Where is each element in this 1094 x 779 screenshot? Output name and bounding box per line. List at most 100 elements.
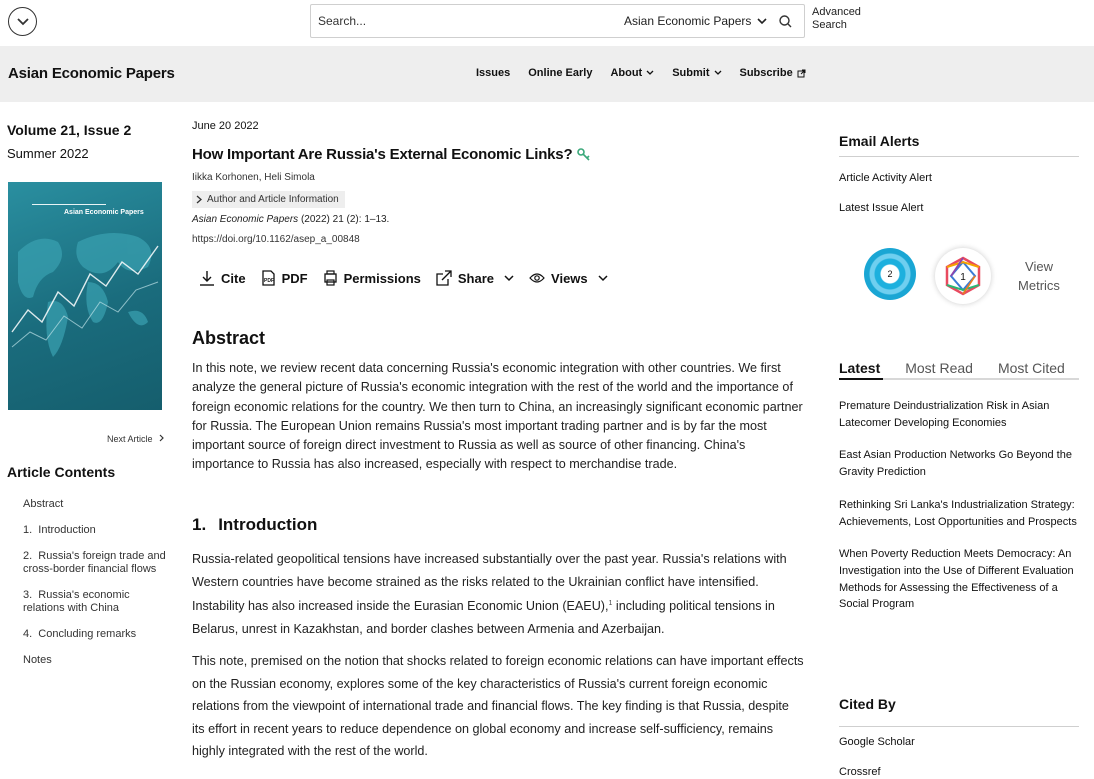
- volume-issue[interactable]: Volume 21, Issue 2: [7, 122, 177, 138]
- tab-underline-active: [839, 378, 883, 380]
- search-box: Asian Economic Papers: [310, 4, 805, 38]
- article-main: June 20 2022 How Important Are Russia's …: [192, 120, 804, 758]
- cite-label: Cite: [221, 270, 246, 286]
- article-toolbar: Cite PDF PDF Permissions Share Views: [199, 270, 623, 286]
- advanced-search-link[interactable]: Advanced Search: [812, 6, 872, 32]
- chevron-right-icon: [196, 195, 202, 204]
- menu-toggle-button[interactable]: [8, 7, 37, 36]
- tab-most-cited[interactable]: Most Cited: [998, 360, 1065, 376]
- citation-journal: Asian Economic Papers: [192, 214, 299, 225]
- tab-latest[interactable]: Latest: [839, 360, 880, 376]
- citation-line: Asian Economic Papers (2022) 21 (2): 1–1…: [192, 214, 389, 225]
- views-label: Views: [551, 270, 588, 286]
- permissions-label: Permissions: [343, 270, 421, 286]
- doi-link[interactable]: https://doi.org/10.1162/asep_a_00848: [192, 234, 360, 245]
- pdf-button[interactable]: PDF PDF: [261, 270, 308, 286]
- toc-item-introduction[interactable]: 1. Introduction: [23, 524, 173, 537]
- left-sidebar: Volume 21, Issue 2 Summer 2022 Asian Eco…: [7, 122, 177, 666]
- author-info-label: Author and Article Information: [207, 194, 339, 205]
- altmetric-score: 2: [887, 269, 893, 279]
- search-input[interactable]: [311, 6, 611, 36]
- issue-season: Summer 2022: [7, 146, 89, 161]
- search-icon[interactable]: [777, 13, 795, 31]
- publication-date: June 20 2022: [192, 120, 259, 132]
- cite-button[interactable]: Cite: [199, 270, 246, 286]
- latest-article-link[interactable]: East Asian Production Networks Go Beyond…: [839, 447, 1079, 480]
- crossref-link[interactable]: Crossref: [839, 766, 881, 778]
- intro-paragraph: Russia-related geopolitical tensions hav…: [192, 548, 804, 641]
- svg-text:PDF: PDF: [264, 278, 274, 284]
- share-label: Share: [457, 270, 495, 286]
- author-link[interactable]: Heli Simola: [264, 172, 315, 183]
- nav-about[interactable]: About: [610, 67, 654, 79]
- nav-online-early[interactable]: Online Early: [528, 67, 592, 79]
- cover-title: Asian Economic Papers: [64, 209, 144, 216]
- dimensions-badge[interactable]: 1: [935, 248, 991, 304]
- latest-article-link[interactable]: Rethinking Sri Lanka's Industrialization…: [839, 497, 1079, 530]
- journal-header: Asian Economic Papers Issues Online Earl…: [0, 46, 1094, 102]
- article-lists-tabs: Latest Most Read Most Cited: [839, 360, 1079, 376]
- top-bar: Asian Economic Papers Advanced Search: [0, 0, 1094, 46]
- email-alerts-heading: Email Alerts: [839, 133, 920, 149]
- journal-title[interactable]: Asian Economic Papers: [8, 65, 175, 82]
- external-link-icon: [797, 69, 806, 77]
- main-nav: Issues Online Early About Submit Subscri…: [476, 67, 824, 79]
- nav-label: Subscribe: [739, 67, 793, 79]
- article-activity-alert-link[interactable]: Article Activity Alert: [839, 172, 932, 184]
- chevron-down-icon: [598, 274, 608, 281]
- share-icon: [436, 270, 452, 286]
- latest-issue-alert-link[interactable]: Latest Issue Alert: [839, 202, 923, 214]
- tab-underline-track: [839, 378, 1079, 380]
- next-article-link[interactable]: Next Article: [107, 434, 165, 444]
- share-button[interactable]: Share: [436, 270, 514, 286]
- toc-item-abstract[interactable]: Abstract: [23, 498, 173, 511]
- pdf-label: PDF: [281, 270, 308, 286]
- nav-label: Online Early: [528, 67, 593, 79]
- cover-rule: [32, 204, 106, 205]
- nav-issues[interactable]: Issues: [476, 67, 510, 79]
- search-scope-select[interactable]: Asian Economic Papers: [624, 14, 767, 28]
- toc-item-notes[interactable]: Notes: [23, 654, 173, 667]
- article-title-text: How Important Are Russia's External Econ…: [192, 146, 573, 163]
- search-scope-label: Asian Economic Papers: [624, 14, 752, 28]
- section-number: 1.: [192, 515, 207, 534]
- citation-details: (2022) 21 (2): 1–13.: [298, 214, 390, 225]
- altmetric-badge[interactable]: 2: [864, 248, 916, 300]
- chevron-right-icon: [159, 434, 164, 442]
- issue-cover-image[interactable]: Asian Economic Papers: [8, 182, 162, 410]
- dimensions-score: 1: [960, 272, 966, 283]
- chevron-down-icon: [504, 274, 514, 281]
- next-article-label: Next Article: [107, 434, 153, 444]
- latest-article-link[interactable]: When Poverty Reduction Meets Democracy: …: [839, 546, 1079, 613]
- view-metrics-link[interactable]: View Metrics: [1015, 257, 1063, 295]
- toc-item-foreign-trade[interactable]: 2. Russia's foreign trade and cross-bord…: [23, 550, 173, 576]
- tab-most-read[interactable]: Most Read: [905, 360, 973, 376]
- permissions-button[interactable]: Permissions: [323, 270, 421, 286]
- download-icon: [200, 271, 214, 286]
- author-info-toggle[interactable]: Author and Article Information: [192, 191, 345, 208]
- views-button[interactable]: Views: [529, 270, 608, 286]
- world-map-graphic: [11, 233, 159, 357]
- permissions-icon: [323, 270, 337, 286]
- chevron-down-icon: [757, 17, 767, 24]
- divider: [839, 156, 1079, 157]
- open-access-key-icon: [577, 147, 590, 161]
- google-scholar-link[interactable]: Google Scholar: [839, 736, 915, 748]
- author-list: Iikka Korhonen, Heli Simola: [192, 172, 315, 183]
- dimensions-icon: 1: [945, 256, 981, 296]
- abstract-heading: Abstract: [192, 328, 266, 348]
- divider: [839, 726, 1079, 727]
- toc-item-china-relations[interactable]: 3. Russia's economic relations with Chin…: [23, 589, 173, 615]
- author-link[interactable]: Iikka Korhonen: [192, 172, 259, 183]
- latest-articles-list: Premature Deindustrialization Risk in As…: [839, 398, 1079, 613]
- latest-article-link[interactable]: Premature Deindustrialization Risk in As…: [839, 398, 1079, 431]
- nav-submit[interactable]: Submit: [672, 67, 721, 79]
- chevron-down-icon: [714, 70, 721, 75]
- section-title: Introduction: [218, 515, 318, 534]
- nav-label: About: [610, 67, 643, 79]
- toc-item-concluding-remarks[interactable]: 4. Concluding remarks: [23, 628, 173, 641]
- pdf-icon: PDF: [261, 270, 275, 286]
- cited-by-heading: Cited By: [839, 696, 896, 712]
- nav-subscribe[interactable]: Subscribe: [740, 67, 806, 79]
- nav-label: Submit: [672, 67, 710, 79]
